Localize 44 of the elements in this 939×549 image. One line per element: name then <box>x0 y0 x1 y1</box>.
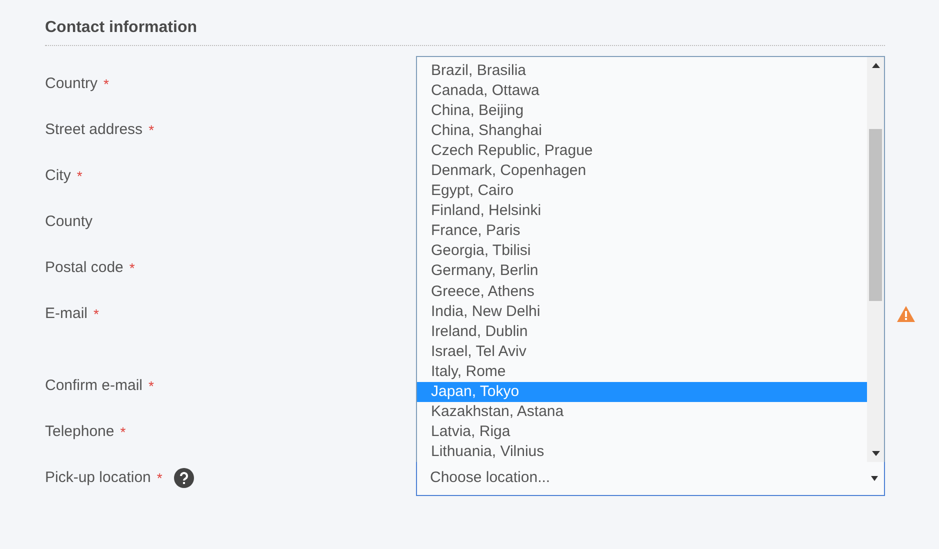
dropdown-option[interactable]: Egypt, Cairo <box>417 181 867 202</box>
dropdown-option[interactable]: Georgia, Tbilisi <box>417 241 867 262</box>
dropdown-option[interactable]: Lithuania, Vilnius <box>417 442 867 462</box>
caret-icon <box>871 476 878 480</box>
required-mark: * <box>94 307 99 321</box>
scrollbar[interactable] <box>867 57 884 462</box>
scrollbar-thumb[interactable] <box>869 129 882 301</box>
dropdown-option[interactable]: Kazakhstan, Astana <box>417 402 867 422</box>
field-label: Country <box>45 74 98 94</box>
field-label: E-mail <box>45 304 88 324</box>
field-label: County <box>45 212 93 232</box>
section-title: Contact information <box>45 16 885 46</box>
dropdown-option[interactable]: France, Paris <box>417 221 867 242</box>
dropdown-option[interactable]: India, New Delhi <box>417 302 867 322</box>
field-label: Postal code <box>45 258 124 278</box>
dropdown-option[interactable]: Italy, Rome <box>417 362 867 382</box>
dropdown-option[interactable]: China, Shanghai <box>417 121 867 142</box>
required-mark: * <box>129 261 135 275</box>
dropdown-option[interactable]: Israel, Tel Aviv <box>417 342 867 362</box>
required-mark: * <box>148 123 154 137</box>
required-mark: * <box>156 471 162 485</box>
required-mark: * <box>104 77 109 91</box>
dropdown-option[interactable]: Brazil, Brasilia <box>417 61 867 82</box>
required-mark: * <box>148 379 154 393</box>
field-label: Confirm e-mail <box>45 376 143 396</box>
help-icon[interactable] <box>174 468 194 488</box>
dropdown-option[interactable]: Germany, Berlin <box>417 261 867 282</box>
field-label: Telephone <box>45 422 114 442</box>
dropdown-option[interactable]: Denmark, Copenhagen <box>417 161 867 182</box>
dropdown-option[interactable]: Latvia, Riga <box>417 422 867 442</box>
dropdown-option[interactable]: Ireland, Dublin <box>417 322 867 342</box>
dropdown-option[interactable]: Canada, Ottawa <box>417 81 867 102</box>
field-label: City <box>45 166 71 186</box>
scroll-up-icon[interactable] <box>872 63 880 68</box>
field-label: Street address <box>45 120 143 140</box>
location-select[interactable]: Choose location... <box>416 460 885 496</box>
dropdown-option[interactable]: Greece, Athens <box>417 282 867 302</box>
dropdown-option[interactable]: Finland, Helsinki <box>417 201 867 222</box>
scroll-down-icon[interactable] <box>872 451 880 456</box>
field-label: Pick-up location <box>45 468 151 488</box>
dropdown-option[interactable]: China, Beijing <box>417 101 867 122</box>
required-mark: * <box>120 425 126 439</box>
dropdown-option[interactable]: Czech Republic, Prague <box>417 141 867 162</box>
required-mark: * <box>76 169 82 183</box>
